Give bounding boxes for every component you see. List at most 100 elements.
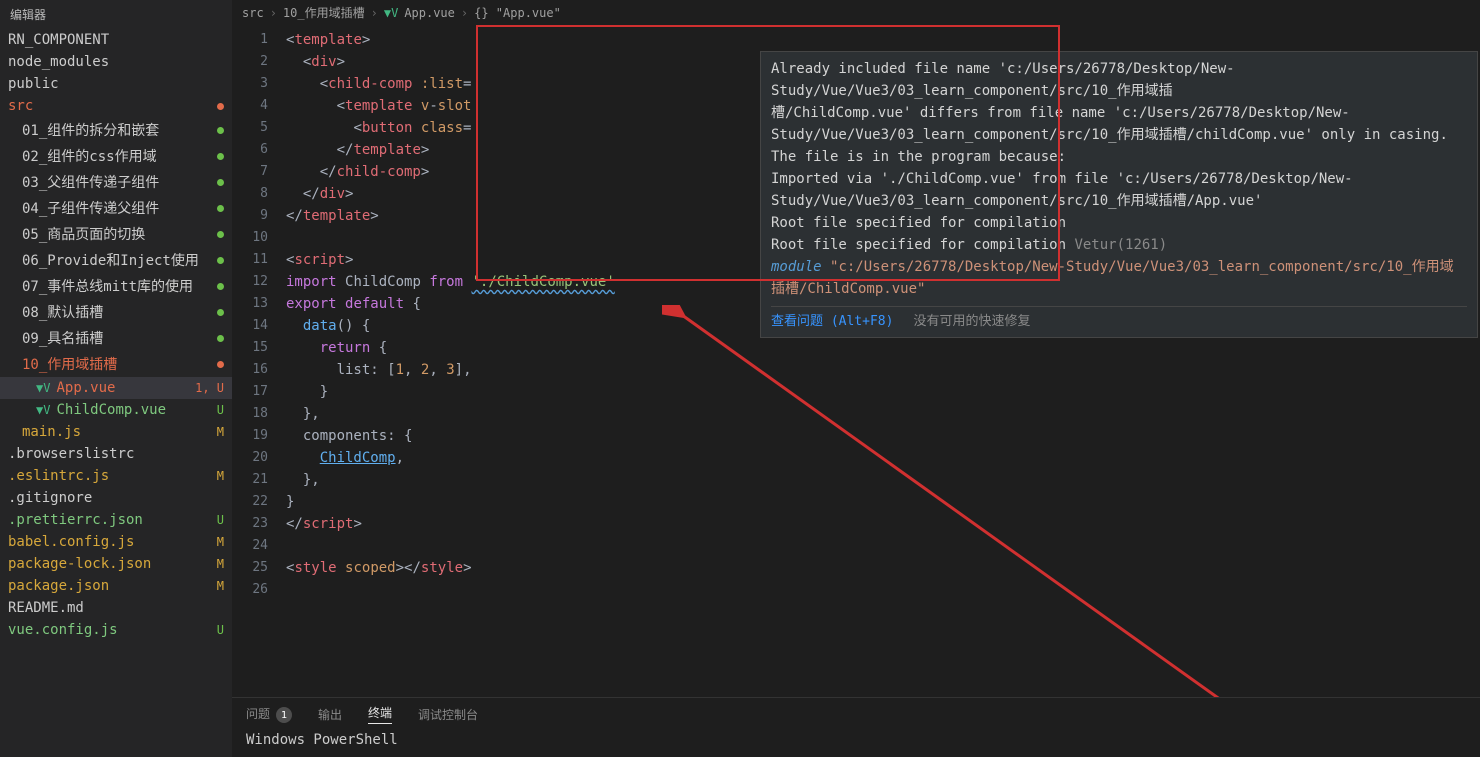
breadcrumb-part[interactable]: 10_作用域插槽 bbox=[283, 4, 365, 21]
tree-item[interactable]: package-lock.jsonM bbox=[0, 553, 232, 575]
line-number: 9 bbox=[232, 205, 286, 227]
git-status: M bbox=[217, 425, 224, 439]
code-line[interactable]: </script> bbox=[286, 513, 1480, 535]
tree-item[interactable]: node_modules bbox=[0, 51, 232, 73]
line-number: 15 bbox=[232, 337, 286, 359]
editor-main: src › 10_作用域插槽 › V App.vue › {} "App.vue… bbox=[232, 0, 1480, 757]
tree-item-label: 05_商品页面的切换 bbox=[22, 224, 145, 244]
breadcrumb[interactable]: src › 10_作用域插槽 › V App.vue › {} "App.vue… bbox=[232, 0, 1480, 25]
tree-item[interactable]: 05_商品页面的切换 bbox=[0, 221, 232, 247]
panel-tab[interactable]: 输出 bbox=[318, 706, 342, 723]
tree-item[interactable]: vue.config.js U bbox=[0, 619, 232, 641]
tree-item-label: babel.config.js bbox=[8, 534, 134, 550]
no-quickfix-label: 没有可用的快速修复 bbox=[913, 311, 1030, 333]
panel-tab[interactable]: 问题1 bbox=[246, 705, 292, 724]
tree-item[interactable]: .eslintrc.js M bbox=[0, 465, 232, 487]
git-status bbox=[217, 257, 224, 264]
tree-item[interactable]: 07_事件总线mitt库的使用 bbox=[0, 273, 232, 299]
tree-item[interactable]: 09_具名插槽 bbox=[0, 325, 232, 351]
bottom-panel: 问题1 输出 终端 调试控制台 Windows PowerShell bbox=[232, 697, 1480, 757]
tree-item-label: package.json bbox=[8, 578, 109, 594]
vue-icon: V bbox=[36, 403, 50, 417]
tree-item[interactable]: 04_子组件传递父组件 bbox=[0, 195, 232, 221]
hover-text-line: Study/Vue/Vue3/03_learn_component/src/10… bbox=[771, 190, 1467, 212]
tree-item[interactable]: .gitignore bbox=[0, 487, 232, 509]
line-number: 21 bbox=[232, 469, 286, 491]
line-number: 26 bbox=[232, 579, 286, 601]
tree-item[interactable]: 10_作用域插槽 bbox=[0, 351, 232, 377]
tree-item[interactable]: VChildComp.vueU bbox=[0, 399, 232, 421]
git-status: M bbox=[217, 579, 224, 593]
view-problem-link[interactable]: 查看问题 (Alt+F8) bbox=[771, 311, 893, 333]
git-status bbox=[217, 231, 224, 238]
line-number: 6 bbox=[232, 139, 286, 161]
breadcrumb-part[interactable]: {} "App.vue" bbox=[474, 6, 561, 20]
tree-item[interactable]: .browserslistrc bbox=[0, 443, 232, 465]
code-line[interactable]: }, bbox=[286, 403, 1480, 425]
tree-item[interactable]: README.md bbox=[0, 597, 232, 619]
git-status bbox=[217, 335, 224, 342]
tree-item-label: node_modules bbox=[8, 54, 109, 70]
git-status bbox=[217, 153, 224, 160]
git-status: M bbox=[217, 557, 224, 571]
tree-item[interactable]: 06_Provide和Inject使用 bbox=[0, 247, 232, 273]
tree-item[interactable]: .prettierrc.jsonU bbox=[0, 509, 232, 531]
tree-item-label: 04_子组件传递父组件 bbox=[22, 198, 159, 218]
tree-item[interactable]: main.jsM bbox=[0, 421, 232, 443]
code-line[interactable]: return { bbox=[286, 337, 1480, 359]
tree-item-label: 02_组件的css作用域 bbox=[22, 146, 157, 166]
git-status bbox=[217, 127, 224, 134]
tree-item-label: .eslintrc.js bbox=[8, 468, 109, 484]
tree-item-label: 03_父组件传递子组件 bbox=[22, 172, 159, 192]
git-status bbox=[217, 309, 224, 316]
line-number: 23 bbox=[232, 513, 286, 535]
panel-tab[interactable]: 终端 bbox=[368, 704, 392, 724]
problem-count-badge: 1 bbox=[276, 707, 292, 723]
tree-item-label: .prettierrc.json bbox=[8, 512, 143, 528]
code-line[interactable]: } bbox=[286, 381, 1480, 403]
git-status: M bbox=[217, 469, 224, 483]
tree-item[interactable]: 01_组件的拆分和嵌套 bbox=[0, 117, 232, 143]
line-number: 10 bbox=[232, 227, 286, 249]
hover-text-line: Root file specified for compilation Vetu… bbox=[771, 234, 1467, 256]
project-root[interactable]: RN_COMPONENT bbox=[0, 29, 232, 51]
code-line[interactable] bbox=[286, 579, 1480, 601]
code-line[interactable]: }, bbox=[286, 469, 1480, 491]
tree-item[interactable]: VApp.vue1, U bbox=[0, 377, 232, 399]
code-line[interactable]: ChildComp, bbox=[286, 447, 1480, 469]
panel-tab[interactable]: 调试控制台 bbox=[418, 706, 478, 723]
code-line[interactable] bbox=[286, 535, 1480, 557]
tree-item[interactable]: src bbox=[0, 95, 232, 117]
code-line[interactable]: } bbox=[286, 491, 1480, 513]
tree-item[interactable]: public bbox=[0, 73, 232, 95]
breadcrumb-part[interactable]: App.vue bbox=[404, 6, 455, 20]
code-line[interactable]: list: [1, 2, 3], bbox=[286, 359, 1480, 381]
tree-item[interactable]: 02_组件的css作用域 bbox=[0, 143, 232, 169]
code-line[interactable]: <style scoped></style> bbox=[286, 557, 1480, 579]
tree-item[interactable]: babel.config.jsM bbox=[0, 531, 232, 553]
terminal-output[interactable]: Windows PowerShell bbox=[232, 728, 1480, 752]
tree-item-label: 10_作用域插槽 bbox=[22, 354, 117, 374]
hover-text-line: Already included file name 'c:/Users/267… bbox=[771, 58, 1467, 102]
tree-item-label: vue.config.js bbox=[8, 622, 118, 638]
line-number: 11 bbox=[232, 249, 286, 271]
line-number: 12 bbox=[232, 271, 286, 293]
tree-item[interactable]: 08_默认插槽 bbox=[0, 299, 232, 325]
code-line[interactable]: <template> bbox=[286, 29, 1480, 51]
panel-tabs: 问题1 输出 终端 调试控制台 bbox=[232, 698, 1480, 728]
line-number: 19 bbox=[232, 425, 286, 447]
tree-item[interactable]: 03_父组件传递子组件 bbox=[0, 169, 232, 195]
tree-item[interactable]: package.json M bbox=[0, 575, 232, 597]
breadcrumb-part[interactable]: src bbox=[242, 6, 264, 20]
code-line[interactable]: components: { bbox=[286, 425, 1480, 447]
tree-item-label: App.vue bbox=[56, 380, 115, 396]
line-number: 14 bbox=[232, 315, 286, 337]
hover-text-line: 槽/ChildComp.vue' differs from file name … bbox=[771, 102, 1467, 124]
git-status: 1, U bbox=[195, 381, 224, 395]
chevron-right-icon: › bbox=[270, 6, 277, 20]
git-status: U bbox=[217, 623, 224, 637]
editor-area[interactable]: 1234567891011121314151617181920212223242… bbox=[232, 25, 1480, 697]
line-number: 22 bbox=[232, 491, 286, 513]
tree-item-label: .gitignore bbox=[8, 490, 92, 506]
tree-item-label: 01_组件的拆分和嵌套 bbox=[22, 120, 159, 140]
